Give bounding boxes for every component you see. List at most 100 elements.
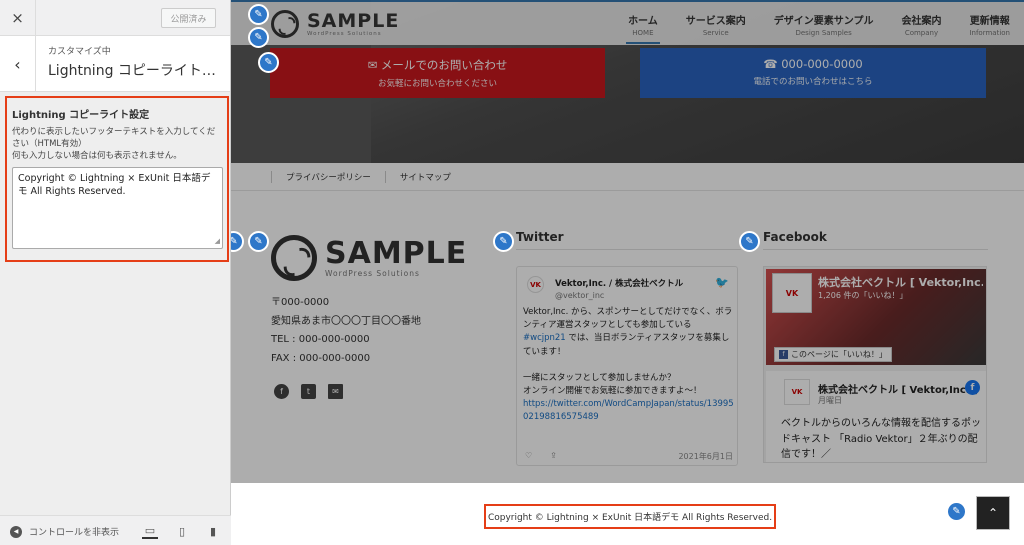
tweet-text-part: 一緒にスタッフとして参加しませんか？ [523, 372, 676, 383]
twitter-bird-icon: 🐦 [715, 276, 729, 289]
facebook-likes-count: 1,206 件の「いいね！」 [818, 291, 908, 300]
site-header: SAMPLE WordPress Solutions ホーム HOME サービス… [231, 0, 1024, 45]
address-street: 愛知県あま市〇〇〇丁目〇〇番地 [271, 315, 421, 327]
address-tel: TEL : 000-000-0000 [271, 334, 370, 345]
logo-name: SAMPLE [307, 9, 400, 32]
edit-shortcut-pencil-icon[interactable]: ✎ [493, 231, 514, 252]
nav-sublabel: HOME [632, 29, 654, 37]
close-icon[interactable]: × [0, 0, 36, 35]
twitter-timeline[interactable]: VK Vektor,Inc. / 株式会社ベクトル @vektor_inc 🐦 … [516, 266, 738, 466]
nav-label: デザイン要素サンプル [773, 16, 874, 27]
footer-nav-privacy[interactable]: プライバシーポリシー [271, 171, 385, 183]
setting-description: 代わりに表示したいフッターテキストを入力してください（HTML有効） 何も入力し… [12, 127, 222, 163]
site-preview: SAMPLE WordPress Solutions ホーム HOME サービス… [231, 0, 1024, 545]
nav-sublabel: Service [702, 29, 729, 37]
facebook-widget-title: Facebook [763, 230, 988, 250]
nav-sublabel: Information [969, 29, 1010, 37]
twitter-icon[interactable]: t [301, 384, 316, 399]
footer-nav-sitemap[interactable]: サイトマップ [384, 171, 465, 183]
textarea-value: Copyright © Lightning × ExUnit 日本語デモ All… [18, 172, 211, 197]
tweet-link[interactable]: https://twitter.com/WordCampJapan/status… [523, 399, 734, 422]
back-icon[interactable]: ‹ [0, 36, 36, 92]
logo-mark-icon [271, 235, 317, 281]
setting-description-line: 何も入力しない場合は何も表示されません。 [12, 150, 182, 161]
copyright-text: Copyright © Lightning × ExUnit 日本語デモ All… [484, 504, 776, 529]
footer-widgets: SAMPLE WordPress Solutions 〒000-0000 愛知県… [231, 191, 1024, 483]
nav-item-home[interactable]: ホーム HOME [614, 12, 672, 44]
edit-shortcut-pencil-icon[interactable]: ✎ [739, 231, 760, 252]
tablet-icon[interactable]: ▯ [174, 523, 190, 539]
tweet-handle[interactable]: @vektor_inc [555, 291, 604, 300]
nav-label: 会社案内 [901, 16, 942, 27]
tel-button-label: ☎ 000-000-0000 [763, 57, 863, 71]
tweet-date[interactable]: 2021年6月1日 [678, 451, 733, 462]
setting-title: Lightning コピーライト設定 [12, 110, 150, 121]
tweet-text-part: Vektor,Inc. から、スポンサーとしてだけでなく、ボランティア運営スタッ… [523, 307, 733, 331]
nav-item-service[interactable]: サービス案内 Service [672, 12, 760, 37]
mail-contact-button[interactable]: ✉ メールでのお問い合わせ お気軽にお問い合わせください [270, 48, 605, 98]
tweet-text: Vektor,Inc. から、スポンサーとしてだけでなく、ボランティア運営スタッ… [523, 306, 735, 425]
tel-contact-button[interactable]: ☎ 000-000-0000 電話でのお問い合わせはこちら [640, 48, 986, 98]
facebook-logo-icon: f [965, 380, 980, 395]
edit-shortcut-pencil-icon[interactable]: ✎ [248, 231, 269, 252]
nav-sublabel: Design Samples [795, 29, 852, 37]
share-icon[interactable]: ⇪ [550, 451, 557, 462]
edit-shortcut-pencil-icon[interactable]: ✎ [248, 4, 269, 25]
customizer-footer: ◀ コントロールを非表示 ▭ ▯ ▮ [0, 515, 231, 545]
footer-logo[interactable]: SAMPLE WordPress Solutions [271, 235, 467, 281]
facebook-page-name[interactable]: 株式会社ベクトル [ Vektor,Inc. ] [818, 274, 983, 290]
facebook-post-text: ベクトルからのいろんな情報を配信するポッドキャスト 「Radio Vektor」… [781, 418, 981, 460]
global-nav: ホーム HOME サービス案内 Service デザイン要素サンプル Desig… [614, 12, 1024, 44]
hide-controls-label: コントロールを非表示 [29, 528, 120, 538]
section-title: Lightning コピーライト… [48, 63, 216, 79]
facebook-post: VK 株式会社ベクトル [ Vektor,Inc. ] 月曜日 f ベクトルから… [766, 371, 986, 462]
collapse-icon: ◀ [10, 525, 22, 538]
hide-controls-button[interactable]: ◀ コントロールを非表示 [10, 525, 119, 538]
tweet-hashtag[interactable]: #wcjpn21 [523, 333, 566, 343]
facebook-post-day: 月曜日 [818, 396, 842, 405]
logo-name: SAMPLE [325, 235, 468, 271]
nav-item-design-samples[interactable]: デザイン要素サンプル Design Samples [760, 12, 888, 37]
email-icon[interactable]: ✉ [328, 384, 343, 399]
edit-shortcut-pencil-icon[interactable]: ✎ [248, 27, 269, 48]
nav-item-company[interactable]: 会社案内 Company [887, 12, 955, 37]
copyright-area: Copyright © Lightning × ExUnit 日本語デモ All… [231, 483, 1024, 545]
mail-button-label: ✉ メールでのお問い合わせ [367, 58, 508, 72]
edit-shortcut-pencil-icon[interactable]: ✎ [946, 501, 967, 522]
company-address: 〒000-0000 愛知県あま市〇〇〇丁目〇〇番地 TEL : 000-000-… [271, 294, 421, 368]
facebook-like-button[interactable]: f このページに「いいね！」 [774, 347, 892, 362]
social-links: f t ✉ [274, 384, 355, 399]
address-zip: 〒000-0000 [271, 297, 330, 308]
edit-shortcut-pencil-icon[interactable]: ✎ [258, 52, 279, 73]
section-header: ‹ カスタマイズ中 Lightning コピーライト… [0, 36, 230, 92]
mail-button-sublabel: お気軽にお問い合わせください [377, 79, 497, 89]
nav-item-information[interactable]: 更新情報 Information [955, 12, 1024, 37]
nav-label: ホーム [628, 16, 658, 27]
site-logo[interactable]: SAMPLE WordPress Solutions [271, 10, 399, 38]
tel-button-sublabel: 電話でのお問い合わせはこちら [753, 77, 873, 87]
like-heart-icon[interactable]: ♡ [525, 451, 532, 462]
nav-label: 更新情報 [969, 16, 1010, 27]
twitter-widget-title: Twitter [516, 230, 741, 250]
address-fax: FAX : 000-000-0000 [271, 352, 371, 364]
tweet-author[interactable]: Vektor,Inc. / 株式会社ベクトル [555, 277, 683, 289]
setting-description-line: 代わりに表示したいフッターテキストを入力してください（HTML有効） [12, 127, 216, 149]
nav-label: サービス案内 [685, 16, 746, 27]
facebook-cover: VK 株式会社ベクトル [ Vektor,Inc. ] 1,206 件の「いいね… [766, 269, 986, 365]
copyright-setting-panel: Lightning コピーライト設定 代わりに表示したいフッターテキストを入力し… [5, 96, 229, 262]
facebook-post-avatar: VK [784, 379, 810, 405]
tweet-avatar: VK [527, 276, 544, 293]
facebook-icon[interactable]: f [274, 384, 289, 399]
resize-handle-icon[interactable]: ◢ [215, 237, 220, 247]
page-top-button[interactable]: ⌃ [976, 496, 1010, 530]
facebook-icon: f [779, 350, 788, 359]
desktop-icon[interactable]: ▭ [142, 523, 158, 539]
tweet-text-part: オンライン開催でお気軽に参加できますよ～！ [523, 386, 702, 397]
facebook-post-author[interactable]: 株式会社ベクトル [ Vektor,Inc. ] [818, 381, 978, 396]
facebook-page-plugin[interactable]: VK 株式会社ベクトル [ Vektor,Inc. ] 1,206 件の「いいね… [763, 266, 987, 463]
breadcrumb: カスタマイズ中 [48, 47, 111, 57]
publish-button[interactable]: 公開済み [161, 8, 216, 28]
copyright-textarea[interactable]: Copyright © Lightning × ExUnit 日本語デモ All… [12, 166, 223, 249]
mobile-icon[interactable]: ▮ [205, 523, 221, 539]
customizer-sidebar: × 公開済み ‹ カスタマイズ中 Lightning コピーライト… Light… [0, 0, 231, 545]
